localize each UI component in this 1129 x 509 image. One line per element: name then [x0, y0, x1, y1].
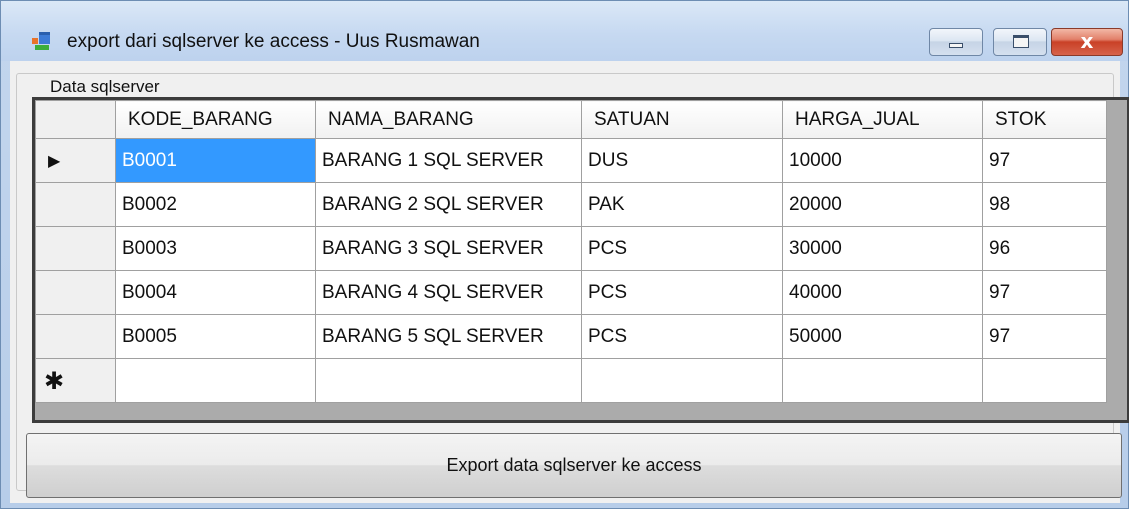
column-header-kode-barang[interactable]: KODE_BARANG — [115, 100, 316, 139]
table-cell[interactable]: B0005 — [115, 314, 316, 359]
new-row-cell[interactable] — [982, 358, 1107, 403]
data-grid-table: KODE_BARANG NAMA_BARANG SATUAN HARGA_JUA… — [35, 100, 1107, 403]
top-left-header-cell[interactable] — [35, 100, 116, 139]
column-header-satuan[interactable]: SATUAN — [581, 100, 783, 139]
table-cell[interactable]: BARANG 1 SQL SERVER — [315, 138, 582, 183]
table-cell[interactable]: 98 — [982, 182, 1107, 227]
table-cell[interactable]: B0003 — [115, 226, 316, 271]
table-cell[interactable]: PCS — [581, 226, 783, 271]
column-header-harga-jual[interactable]: HARGA_JUAL — [782, 100, 983, 139]
new-row-cell[interactable] — [782, 358, 983, 403]
groupbox-label: Data sqlserver — [47, 77, 163, 97]
maximize-button[interactable] — [993, 28, 1047, 56]
export-button[interactable]: Export data sqlserver ke access — [26, 433, 1122, 498]
table-cell[interactable]: 97 — [982, 138, 1107, 183]
table-cell[interactable]: 40000 — [782, 270, 983, 315]
row-header-cell[interactable] — [35, 182, 116, 227]
table-cell[interactable]: BARANG 4 SQL SERVER — [315, 270, 582, 315]
window-title: export dari sqlserver ke access - Uus Ru… — [67, 31, 480, 52]
minimize-icon — [949, 43, 963, 48]
table-row[interactable]: B0003 BARANG 3 SQL SERVER PCS 30000 96 — [35, 226, 1107, 271]
table-cell[interactable]: 20000 — [782, 182, 983, 227]
table-cell[interactable]: 30000 — [782, 226, 983, 271]
new-row-cell[interactable] — [115, 358, 316, 403]
table-cell[interactable]: BARANG 2 SQL SERVER — [315, 182, 582, 227]
new-row-cell[interactable] — [315, 358, 582, 403]
table-cell[interactable]: B0002 — [115, 182, 316, 227]
app-icon — [32, 32, 50, 50]
table-cell-selected[interactable]: B0001 — [115, 138, 316, 183]
table-cell[interactable]: PAK — [581, 182, 783, 227]
row-header-cell[interactable] — [35, 226, 116, 271]
table-cell[interactable]: 97 — [982, 314, 1107, 359]
maximize-icon — [1013, 35, 1029, 48]
table-cell[interactable]: 97 — [982, 270, 1107, 315]
new-row-cell[interactable] — [581, 358, 783, 403]
data-grid[interactable]: KODE_BARANG NAMA_BARANG SATUAN HARGA_JUA… — [32, 97, 1129, 423]
table-cell[interactable]: PCS — [581, 270, 783, 315]
row-header-cell[interactable]: ▶ — [35, 138, 116, 183]
table-cell[interactable]: BARANG 3 SQL SERVER — [315, 226, 582, 271]
table-cell[interactable]: PCS — [581, 314, 783, 359]
table-cell[interactable]: 96 — [982, 226, 1107, 271]
form-client-area: Data sqlserver KODE_BARANG NAMA_BARANG S… — [10, 61, 1129, 503]
current-row-icon: ▶ — [48, 152, 61, 170]
column-header-stok[interactable]: STOK — [982, 100, 1107, 139]
close-icon: x — [1080, 29, 1094, 53]
table-row[interactable]: B0004 BARANG 4 SQL SERVER PCS 40000 97 — [35, 270, 1107, 315]
table-cell[interactable]: B0004 — [115, 270, 316, 315]
row-header-cell[interactable]: ✱ — [35, 358, 116, 403]
table-row[interactable]: B0002 BARANG 2 SQL SERVER PAK 20000 98 — [35, 182, 1107, 227]
table-cell[interactable]: 10000 — [782, 138, 983, 183]
table-row[interactable]: ▶ B0001 BARANG 1 SQL SERVER DUS 10000 97 — [35, 138, 1107, 183]
new-row[interactable]: ✱ — [35, 358, 1107, 403]
title-bar[interactable]: export dari sqlserver ke access - Uus Ru… — [1, 1, 1128, 61]
row-header-cell[interactable] — [35, 270, 116, 315]
minimize-button[interactable] — [929, 28, 983, 56]
table-cell[interactable]: 50000 — [782, 314, 983, 359]
table-cell[interactable]: DUS — [581, 138, 783, 183]
close-button[interactable]: x — [1051, 28, 1123, 56]
table-row[interactable]: B0005 BARANG 5 SQL SERVER PCS 50000 97 — [35, 314, 1107, 359]
row-header-cell[interactable] — [35, 314, 116, 359]
new-row-icon: ✱ — [44, 366, 65, 395]
app-window: export dari sqlserver ke access - Uus Ru… — [0, 0, 1129, 509]
column-header-nama-barang[interactable]: NAMA_BARANG — [315, 100, 582, 139]
column-header-row: KODE_BARANG NAMA_BARANG SATUAN HARGA_JUA… — [35, 100, 1107, 139]
table-cell[interactable]: BARANG 5 SQL SERVER — [315, 314, 582, 359]
